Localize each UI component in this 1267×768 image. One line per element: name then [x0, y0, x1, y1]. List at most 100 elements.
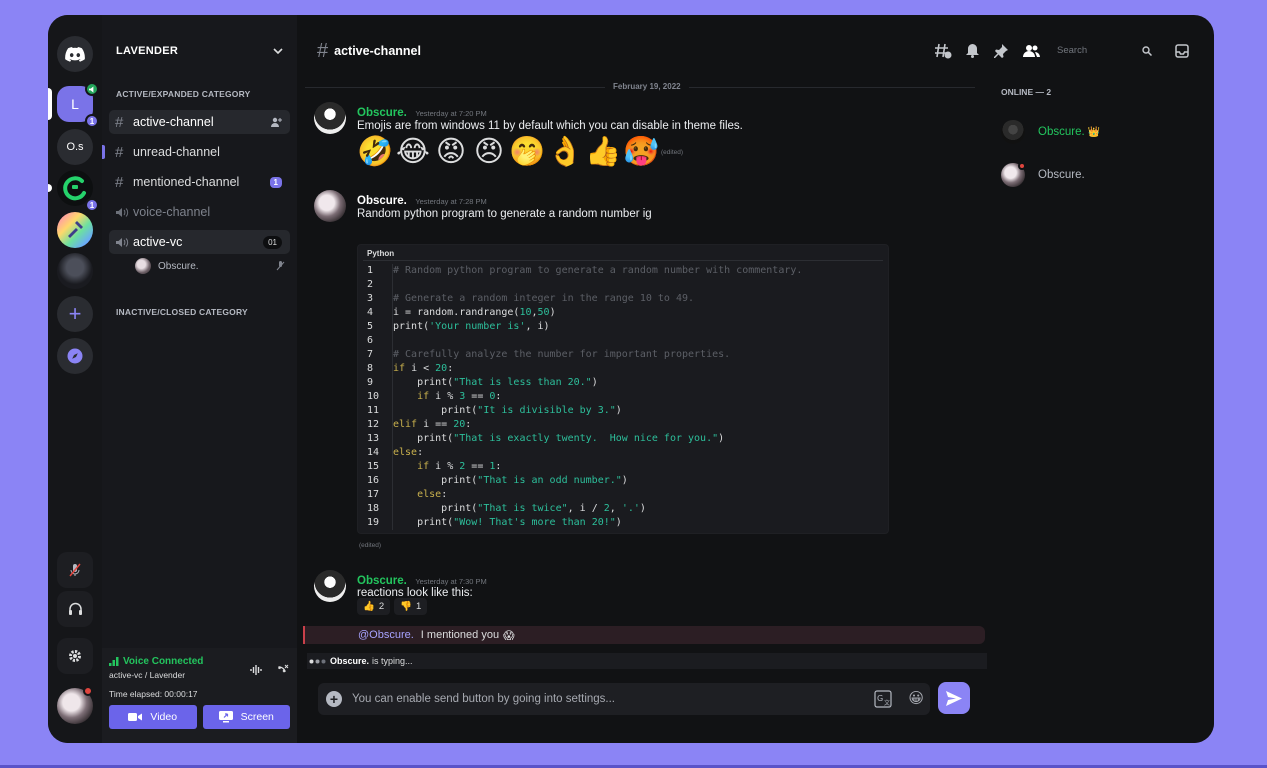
code-line: 5 print('Your number is', i) [358, 320, 888, 334]
video-camera-icon [128, 713, 143, 721]
message-avatar[interactable] [314, 570, 346, 602]
code-line-number: 2 [367, 279, 374, 290]
code-line-text: print("That is exactly twenty. How nice … [392, 432, 725, 446]
date-divider-label: February 19, 2022 [605, 82, 689, 91]
message-author[interactable]: Obscure. [357, 575, 407, 587]
code-line: 6 [358, 334, 888, 348]
server-green[interactable]: 1 [57, 170, 99, 212]
mention-user[interactable]: @Obscure. [358, 629, 414, 641]
screen-share-button[interactable]: Screen [202, 705, 290, 729]
svg-text:文: 文 [884, 699, 890, 707]
channel-voice-channel[interactable]: voice-channel [109, 200, 290, 224]
add-member-icon[interactable] [271, 117, 282, 127]
add-server-icon: + [68, 301, 82, 326]
channel-name: voice-channel [133, 205, 211, 219]
code-line: 2 [358, 278, 888, 292]
message-avatar[interactable] [314, 190, 346, 222]
add-server-button[interactable]: + [57, 296, 93, 332]
server-lavender[interactable]: L 1 [57, 82, 99, 128]
send-icon [946, 690, 962, 706]
message-text: Random python program to generate a rand… [357, 208, 652, 220]
member-name: Obscure. [1038, 126, 1085, 138]
code-line-number: 11 [367, 405, 380, 416]
member-group-header: ONLINE — 2 [1001, 87, 1052, 97]
emoji: 👍 [585, 136, 622, 168]
deafen-button[interactable] [57, 591, 93, 627]
hammer-icon [68, 221, 83, 238]
message-composer[interactable]: + You can enable send button by going in… [318, 683, 930, 715]
user-avatar[interactable] [57, 686, 93, 724]
channel-mentioned-channel[interactable]: # mentioned-channel 1 [109, 170, 290, 194]
code-line: 4 i = random.randrange(10,50) [358, 306, 888, 320]
speaker-icon [116, 237, 129, 247]
composer-placeholder: You can enable send button by going into… [352, 693, 615, 705]
server-rainbow[interactable] [57, 212, 93, 248]
category-active[interactable]: ACTIVE/EXPANDED CATEGORY [116, 89, 251, 99]
voice-channel-user[interactable]: Obscure. [135, 257, 285, 275]
code-language: Python [367, 249, 395, 258]
voice-connected-panel: Voice Connected active-vc / Lavender Tim… [102, 648, 297, 743]
channel-active-vc[interactable]: active-vc 01 [109, 230, 290, 254]
search-box[interactable]: Search [1052, 43, 1152, 59]
member-item[interactable]: Obscure. [1001, 162, 1085, 187]
code-line-text [392, 334, 393, 348]
server-header[interactable]: LAVENDER [102, 15, 297, 87]
message-avatar[interactable] [314, 102, 346, 134]
code-line-text: print("Wow! That's more than 20!") [392, 516, 622, 530]
reaction-thumbs-down[interactable]: 👎 1 [394, 598, 428, 615]
code-line: 13 print("That is exactly twenty. How ni… [358, 432, 888, 446]
code-line-number: 9 [367, 377, 374, 388]
category-inactive[interactable]: INACTIVE/CLOSED CATEGORY [116, 307, 248, 317]
channel-unread-channel[interactable]: # unread-channel [102, 140, 290, 164]
soundboard-icon[interactable] [250, 664, 262, 676]
compass-icon [67, 348, 83, 364]
code-line-text: # Random python program to generate a ra… [392, 264, 803, 278]
server-dark[interactable] [57, 253, 93, 289]
voice-user-avatar [135, 258, 151, 274]
gear-icon [69, 650, 81, 662]
reaction-emoji: 👎 [400, 601, 412, 612]
message-timestamp: Yesterday at 7:30 PM [415, 577, 487, 586]
code-line-number: 15 [367, 461, 380, 472]
server-green-badge: 1 [85, 198, 99, 212]
voice-elapsed: Time elapsed: 00:00:17 [109, 689, 198, 699]
send-button[interactable] [938, 682, 970, 714]
notification-button[interactable] [962, 42, 982, 60]
threads-button[interactable] [933, 42, 953, 60]
attach-plus-icon[interactable]: + [326, 691, 342, 707]
reaction-count: 2 [378, 601, 385, 612]
inbox-button[interactable] [1172, 42, 1192, 60]
message: Obscure. Yesterday at 7:20 PM Emojis are… [314, 102, 964, 182]
pinned-button[interactable] [991, 42, 1011, 60]
code-line-text: print('Your number is', i) [392, 320, 550, 334]
mute-mic-button[interactable] [57, 552, 93, 588]
channel-active-channel[interactable]: # active-channel [109, 110, 290, 134]
code-line-number: 14 [367, 447, 380, 458]
mic-off-icon [69, 563, 81, 577]
disconnect-icon[interactable] [276, 664, 289, 676]
speaker-icon [116, 207, 129, 217]
text-channel-icon: # [115, 173, 124, 191]
code-line-number: 5 [367, 321, 374, 332]
text-channel-icon: # [317, 39, 329, 62]
code-line: 17 else: [358, 488, 888, 502]
code-line-text: print("That is less than 20.") [392, 376, 598, 390]
member-list-button[interactable] [1021, 42, 1041, 60]
reaction-thumbs-up[interactable]: 👍 2 [357, 598, 391, 615]
mention-message: @Obscure. I mentioned you 😱 [303, 626, 985, 644]
mic-muted-icon [276, 261, 285, 271]
message-author[interactable]: Obscure. [357, 107, 407, 119]
reaction-count: 1 [415, 601, 422, 612]
user-settings-button[interactable] [57, 638, 93, 674]
code-line: 16 print("That is an odd number.") [358, 474, 888, 488]
member-item[interactable]: Obscure. 👑 [1001, 120, 1100, 144]
message-author[interactable]: Obscure. [357, 195, 407, 207]
emoji-picker-icon[interactable]: 😀 [908, 689, 924, 707]
explore-servers-button[interactable] [57, 338, 93, 374]
server-os[interactable]: O.s [57, 129, 93, 165]
translate-icon[interactable]: G文 [874, 690, 892, 708]
channel-name: active-channel [133, 115, 214, 129]
discord-home-button[interactable] [57, 36, 93, 72]
video-button[interactable]: Video [109, 705, 197, 729]
emoji: 🤣 [357, 136, 394, 168]
